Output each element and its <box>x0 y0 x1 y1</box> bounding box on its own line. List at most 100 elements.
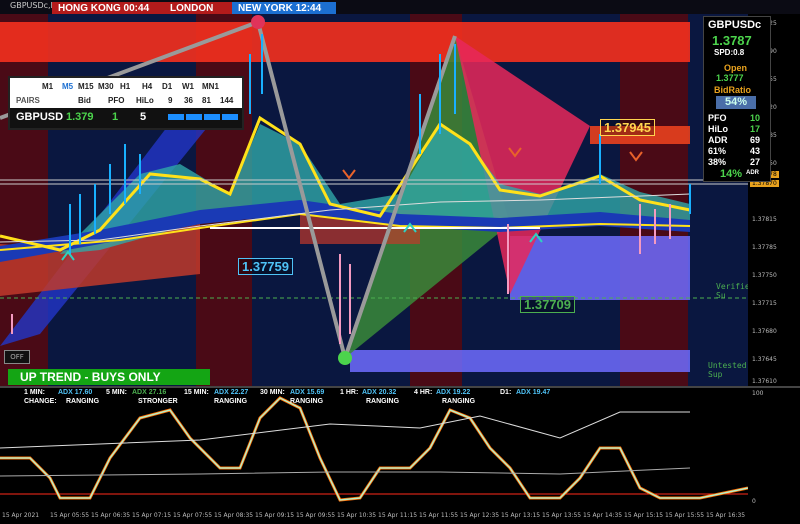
tf-m1[interactable]: M1 <box>42 82 53 91</box>
adx-state-2: STRONGER <box>138 398 178 405</box>
indicator-drawing <box>0 396 749 502</box>
x-tick: 15 Apr 11:15 <box>378 512 418 519</box>
adx-tf-1: 1 MIN: <box>24 389 45 396</box>
panel-adr-value: 69 <box>750 135 761 145</box>
num-81: 81 <box>202 96 211 105</box>
adx-tf-3: 15 MIN: <box>184 389 209 396</box>
x-tick: 15 Apr 05:55 <box>50 512 90 519</box>
symbol-info-panel: GBPUSDc 1.3787 SPD:0.8 Open 1.3777 BidRa… <box>703 16 771 182</box>
adx-tf-4: 30 MIN: <box>260 389 285 396</box>
tf-m5[interactable]: M5 <box>62 82 73 91</box>
pairs-label: PAIRS <box>16 96 40 105</box>
x-tick: 15 Apr 10:35 <box>337 512 377 519</box>
strength-bar-3 <box>204 114 220 120</box>
adx-state-4: RANGING <box>290 398 324 405</box>
pair-bid: 1.379 <box>66 111 94 123</box>
tf-h4[interactable]: H4 <box>142 82 152 91</box>
x-tick: 15 Apr 13:55 <box>542 512 582 519</box>
untested-support-label: Untested Sup <box>708 361 747 379</box>
adx-value-6: ADX 19.22 <box>436 389 471 396</box>
x-tick: 15 Apr 07:55 <box>173 512 213 519</box>
verified-support-label: Verified Su <box>716 282 748 300</box>
adx-state-3: RANGING <box>214 398 248 405</box>
ind-y-tick: 0 <box>752 498 756 505</box>
time-axis: 15 Apr 2021 15 Apr 05:55 15 Apr 06:35 15… <box>0 510 800 524</box>
panel-open-label: Open <box>724 63 748 73</box>
tf-h1[interactable]: H1 <box>120 82 130 91</box>
adx-tf-6: 4 HR: <box>414 389 433 396</box>
y-tick: 1.37645 <box>752 356 777 363</box>
y-tick: 1.37680 <box>752 328 777 335</box>
change-label: CHANGE: <box>24 398 57 405</box>
num-36: 36 <box>184 96 193 105</box>
x-tick: 15 Apr 12:35 <box>460 512 500 519</box>
x-tick: 15 Apr 16:35 <box>706 512 746 519</box>
adx-indicator-pane[interactable]: 1 MIN: ADX 17.60 5 MIN: ADX 27.16 15 MIN… <box>0 388 749 510</box>
x-tick: 15 Apr 11:55 <box>419 512 459 519</box>
adx-value-2: ADX 27.16 <box>132 389 167 396</box>
num-9: 9 <box>168 96 173 105</box>
y-tick: 1.37815 <box>752 216 777 223</box>
x-tick: 15 Apr 09:55 <box>296 512 336 519</box>
panel-r1-label: 61% <box>708 146 727 156</box>
panel-hilo-label: HiLo <box>708 124 728 134</box>
adx-value-3: ADX 22.27 <box>214 389 249 396</box>
price-label-2: 1.37759 <box>238 258 293 275</box>
x-tick: 15 Apr 15:55 <box>665 512 705 519</box>
panel-r1-value: 43 <box>750 146 761 156</box>
tf-mn1[interactable]: MN1 <box>202 82 219 91</box>
panel-pct-value: 14% <box>720 168 743 180</box>
pair-name: GBPUSD <box>16 111 64 123</box>
adx-value-7: ADX 19.47 <box>516 389 551 396</box>
panel-adr-label: ADR <box>708 135 728 145</box>
x-tick: 15 Apr 07:15 <box>132 512 172 519</box>
panel-price: 1.3787 <box>712 33 752 48</box>
x-tick: 15 Apr 09:15 <box>255 512 295 519</box>
off-button[interactable]: OFF <box>4 350 30 364</box>
panel-r2-label: 38% <box>708 157 727 167</box>
adx-value-4: ADX 15.69 <box>290 389 325 396</box>
adx-value-5: ADX 20.32 <box>362 389 397 396</box>
adx-state-5: RANGING <box>366 398 400 405</box>
panel-open-value: 1.3777 <box>716 73 744 83</box>
timeframe-panel: M1 M5 M15 M30 H1 H4 D1 W1 MN1 PAIRS Bid … <box>8 76 244 130</box>
adx-value-1: ADX 17.60 <box>58 389 93 396</box>
y-tick: 1.37715 <box>752 300 777 307</box>
trend-banner: UP TREND - BUYS ONLY <box>8 369 210 385</box>
panel-pct-label: ADR <box>746 170 759 176</box>
tf-m15[interactable]: M15 <box>78 82 94 91</box>
tf-d1[interactable]: D1 <box>162 82 172 91</box>
ind-y-tick: 100 <box>752 390 764 397</box>
x-tick: 15 Apr 2021 <box>2 512 40 519</box>
x-tick: 15 Apr 08:35 <box>214 512 254 519</box>
adx-state-1: RANGING <box>66 398 100 405</box>
panel-spread: SPD:0.8 <box>714 48 745 57</box>
panel-symbol: GBPUSDc <box>708 19 762 31</box>
y-tick: 1.37750 <box>752 272 777 279</box>
y-tick: 1.37610 <box>752 378 777 385</box>
tf-m30[interactable]: M30 <box>98 82 114 91</box>
price-label-3: 1.37709 <box>520 296 575 313</box>
hilo-label: HiLo <box>136 96 154 105</box>
indicator-axis: 100 0 <box>748 388 800 510</box>
panel-bidratio-label: BidRatio <box>714 85 751 95</box>
adx-tf-7: D1: <box>500 389 512 396</box>
bid-label: Bid <box>78 96 91 105</box>
x-tick: 15 Apr 13:15 <box>501 512 541 519</box>
price-label-1: 1.37945 <box>600 119 655 136</box>
x-tick: 15 Apr 06:35 <box>91 512 131 519</box>
adx-tf-2: 5 MIN: <box>106 389 127 396</box>
adx-state-6: RANGING <box>442 398 476 405</box>
panel-pfo-value: 10 <box>750 113 761 123</box>
num-144: 144 <box>220 96 234 105</box>
panel-r2-value: 27 <box>750 157 761 167</box>
x-tick: 15 Apr 15:15 <box>624 512 664 519</box>
pfo-label: PFO <box>108 96 125 105</box>
strength-bar-2 <box>186 114 202 120</box>
panel-hilo-value: 17 <box>750 124 761 134</box>
y-tick: 1.37785 <box>752 244 777 251</box>
strength-bar-4 <box>222 114 238 120</box>
tf-w1[interactable]: W1 <box>182 82 194 91</box>
price-chart[interactable]: 1.37945 1.37759 1.37709 Verified Su Unte… <box>0 14 748 386</box>
pair-hilo: 5 <box>140 111 147 123</box>
